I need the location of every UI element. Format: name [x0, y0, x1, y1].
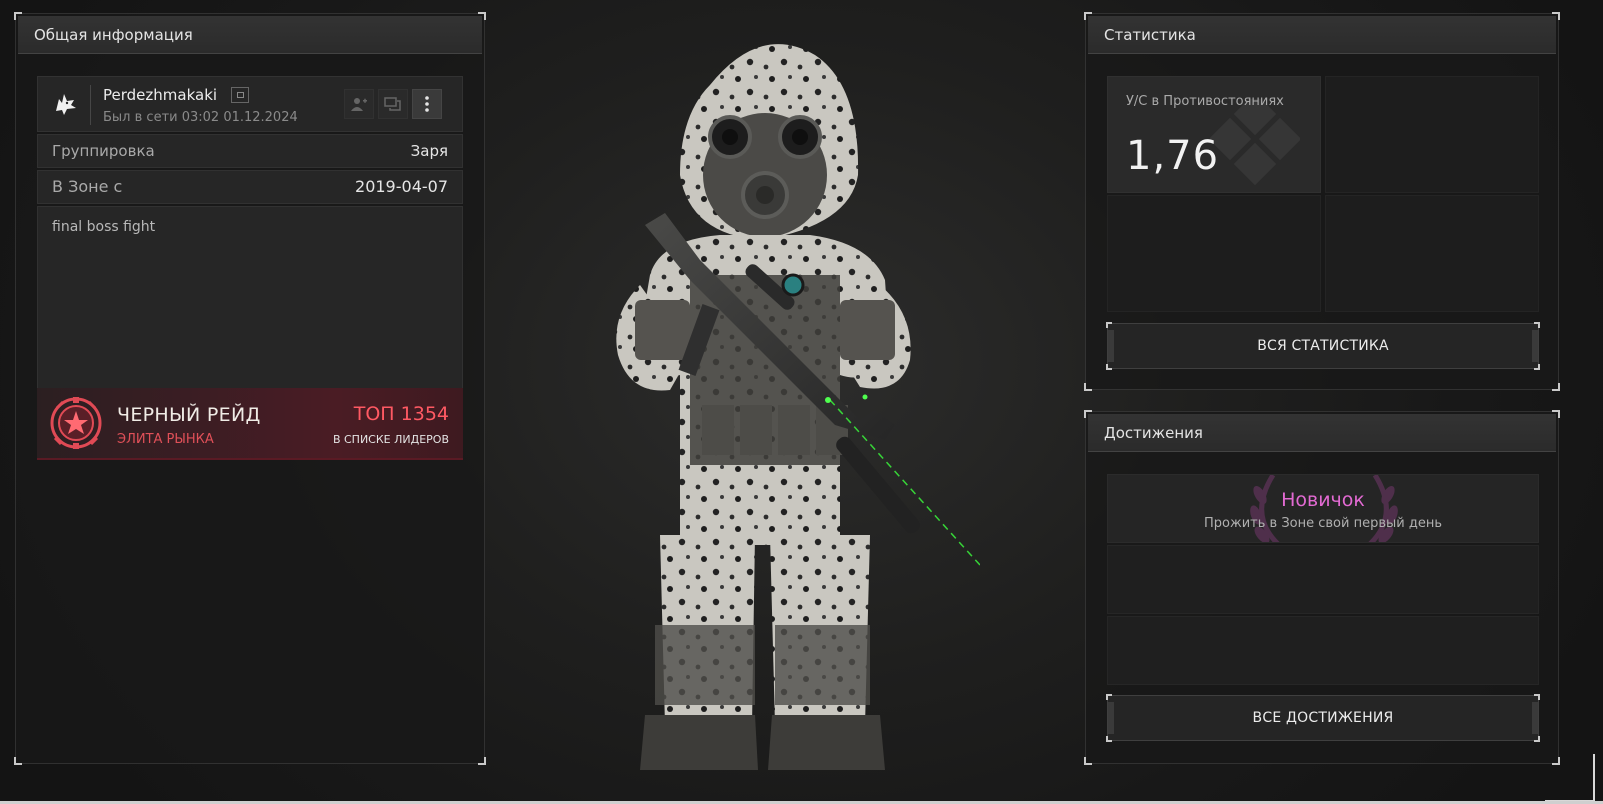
copy-icon[interactable] — [231, 87, 249, 103]
general-info-panel: Общая информация Perdezhmakaki Был в сет… — [14, 12, 486, 765]
stat-kd-value: 1,76 — [1126, 133, 1220, 179]
statistics-title: Статистика — [1088, 16, 1556, 54]
last-seen-text: Был в сети 03:02 01.12.2024 — [103, 110, 298, 125]
zone-since-value: 2019-04-07 — [355, 177, 448, 196]
statistics-grid: У/С в Противостояниях 1,76 — [1107, 76, 1539, 312]
black-raid-banner[interactable]: ЧЕРНЫЙ РЕЙД ЭЛИТА РЫНКА ТОП 1354 В СПИСК… — [37, 388, 463, 460]
black-raid-emblem-icon — [50, 397, 102, 449]
stat-cell-empty — [1325, 76, 1539, 193]
all-statistics-button[interactable]: ВСЯ СТАТИСТИКА — [1106, 322, 1540, 370]
zone-since-label: В Зоне с — [52, 177, 123, 196]
stat-kd-cell[interactable]: У/С в Противостояниях 1,76 — [1107, 76, 1321, 193]
stat-kd-label: У/С в Противостояниях — [1126, 94, 1284, 109]
character-model[interactable] — [540, 25, 980, 785]
all-achievements-button[interactable]: ВСЕ ДОСТИЖЕНИЯ — [1106, 694, 1540, 742]
achievement-slot-empty — [1107, 616, 1539, 685]
zone-since-row: В Зоне с 2019-04-07 — [37, 170, 463, 204]
achievement-slot-empty — [1107, 545, 1539, 614]
player-profile-card: Perdezhmakaki Был в сети 03:02 01.12.202… — [37, 76, 463, 132]
achievements-title: Достижения — [1088, 414, 1556, 452]
more-vertical-icon — [425, 96, 429, 112]
raid-rank-caption: В СПИСКЕ ЛИДЕРОВ — [332, 433, 449, 446]
raid-subtitle: ЭЛИТА РЫНКА — [117, 432, 214, 447]
achievements-panel: Достижения Новичок Прожить в Зоне свой п… — [1084, 410, 1560, 765]
player-username: Perdezhmakaki — [103, 86, 218, 104]
screen-corner-decoration — [1593, 754, 1595, 804]
faction-label: Группировка — [52, 142, 155, 160]
more-options-button[interactable] — [412, 89, 442, 119]
message-button[interactable] — [378, 89, 408, 119]
raid-rank: ТОП 1354 — [353, 403, 449, 425]
achievement-title: Новичок — [1281, 489, 1365, 511]
add-friend-button[interactable] — [344, 89, 374, 119]
statistics-panel: Статистика У/С в Противостояниях 1,76 ВС… — [1084, 12, 1560, 391]
achievement-item[interactable]: Новичок Прожить в Зоне свой первый день — [1107, 474, 1539, 543]
faction-value: Заря — [410, 142, 448, 160]
general-info-title: Общая информация — [18, 16, 482, 54]
message-icon — [384, 97, 401, 111]
achievement-description: Прожить в Зоне свой первый день — [1204, 516, 1442, 531]
raid-title: ЧЕРНЫЙ РЕЙД — [117, 404, 261, 426]
all-statistics-label: ВСЯ СТАТИСТИКА — [1257, 338, 1389, 354]
player-bio: final boss fight — [37, 206, 463, 400]
add-friend-icon — [351, 98, 367, 111]
faction-row: Группировка Заря — [37, 134, 463, 168]
diamond-pattern-icon — [1210, 99, 1300, 186]
stat-cell-empty — [1325, 195, 1539, 312]
stat-cell-empty — [1107, 195, 1321, 312]
all-achievements-label: ВСЕ ДОСТИЖЕНИЯ — [1252, 710, 1394, 726]
wolf-head-icon — [50, 89, 80, 119]
